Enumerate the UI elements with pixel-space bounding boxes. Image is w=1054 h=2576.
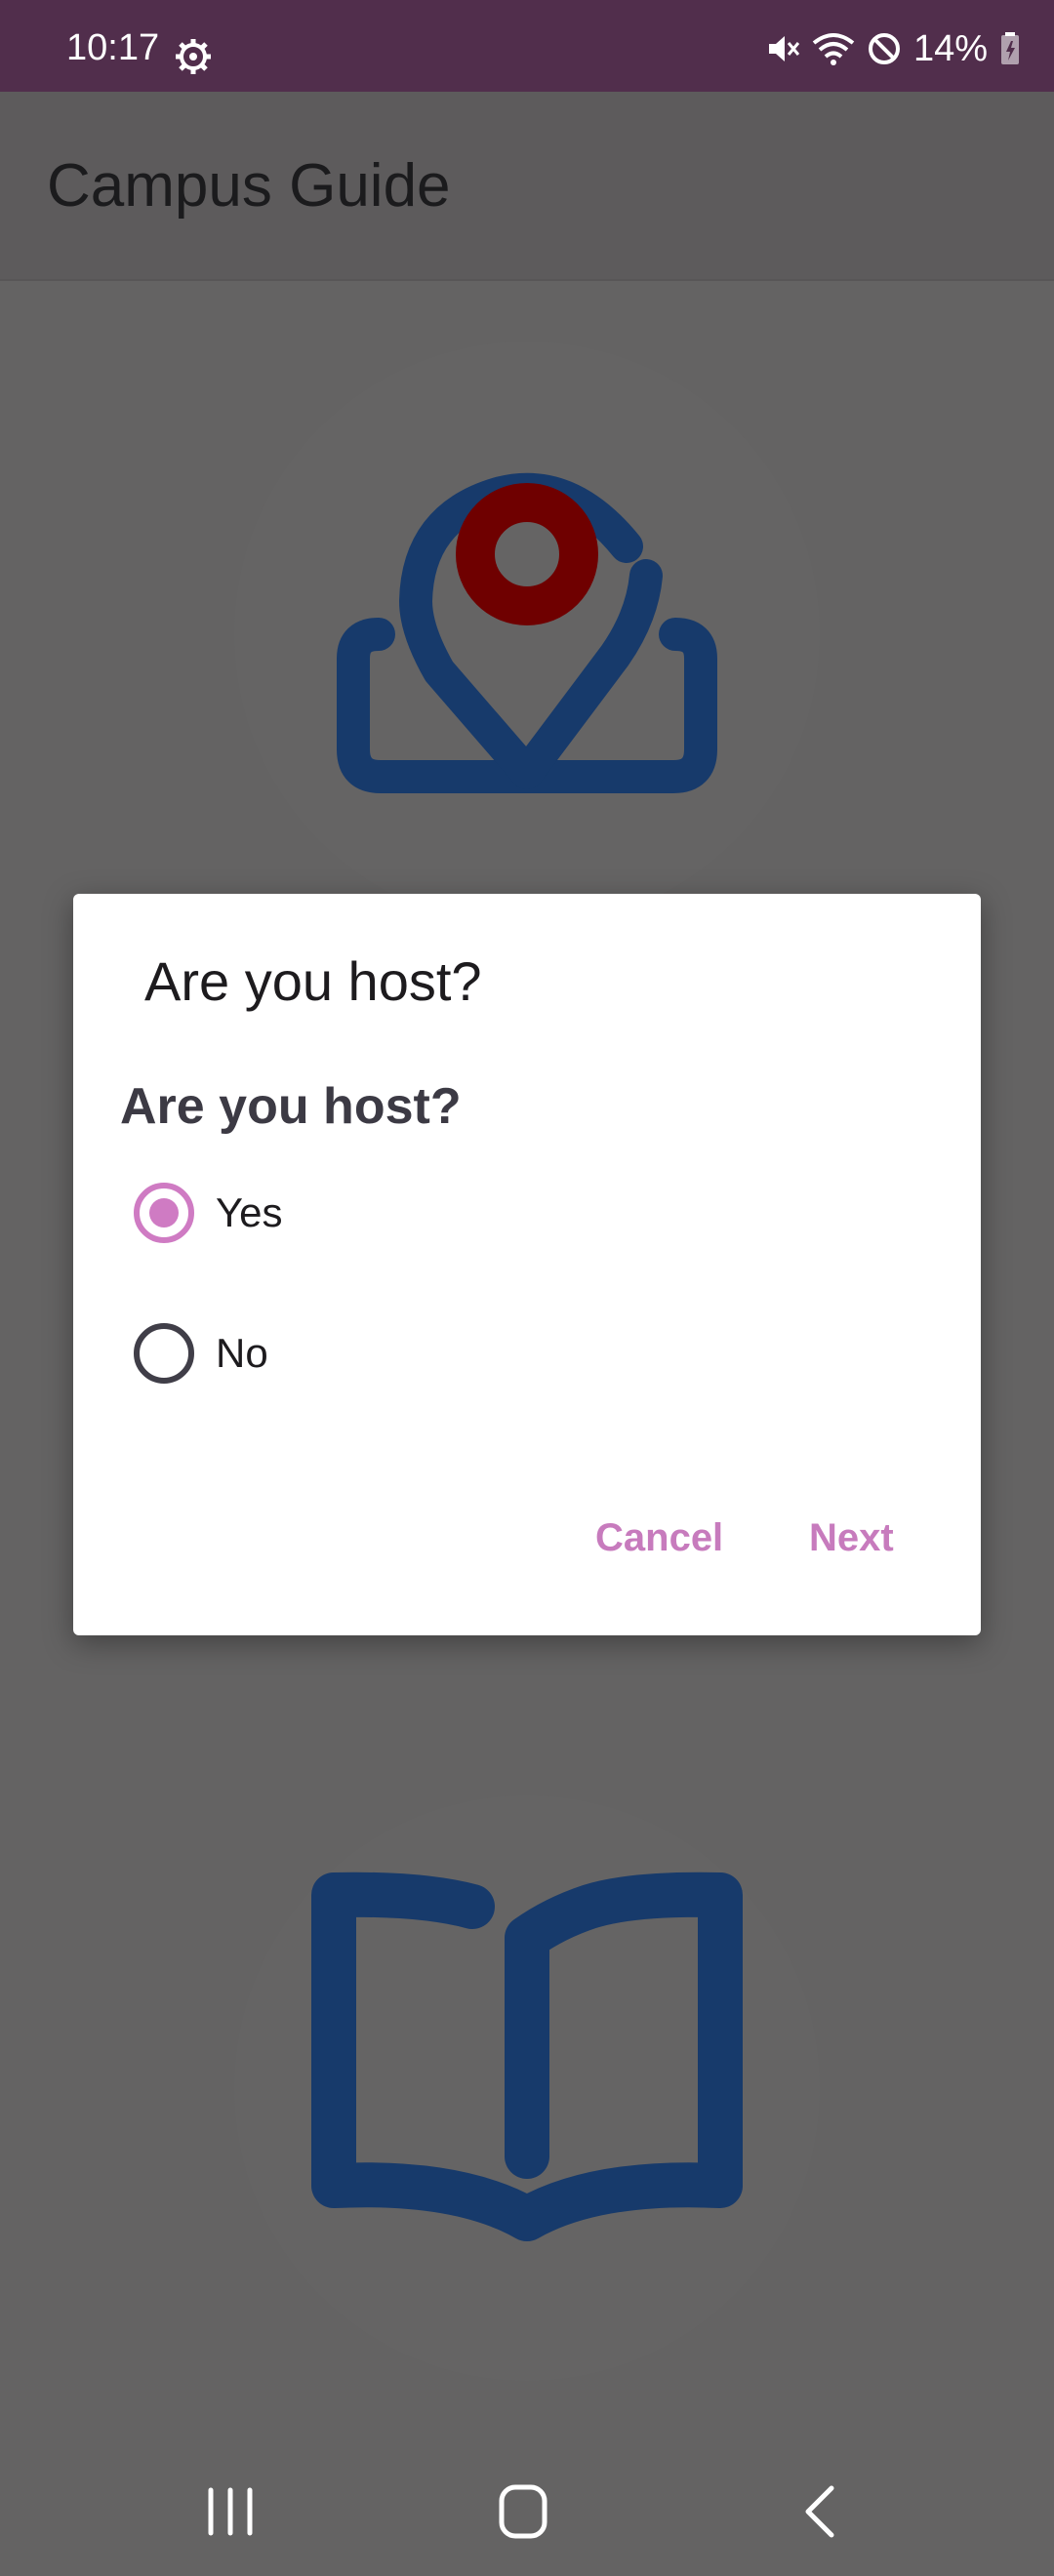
radio-option-no[interactable]: No [134,1309,719,1397]
next-button[interactable]: Next [809,1518,894,1557]
map-pin-icon[interactable] [293,400,761,868]
radio-label-no: No [216,1330,268,1376]
battery-percent: 14% [912,28,988,69]
radio-label-yes: Yes [216,1189,283,1235]
navigation-bar [0,2447,1054,2576]
app-bar: Campus Guide [0,92,1054,281]
back-icon[interactable] [781,2482,859,2541]
cancel-button[interactable]: Cancel [595,1518,723,1557]
home-icon[interactable] [484,2482,562,2541]
status-icons: 14% [765,27,1021,70]
radio-button-yes[interactable] [134,1183,194,1243]
mute-icon [768,36,800,61]
recent-apps-icon[interactable] [191,2482,269,2541]
status-bar: 10:17 14% [0,0,1054,92]
status-time: 10:17 [66,27,160,68]
battery-charging-icon [1001,32,1019,64]
radio-button-no[interactable] [134,1323,194,1384]
do-not-disturb-icon [868,33,900,64]
settings-gear-icon [176,39,211,74]
open-book-icon[interactable] [293,1854,761,2322]
wifi-icon [812,33,855,65]
dialog-title: Are you host? [144,950,482,1012]
host-dialog: Are you host? Are you host? Yes No Cance… [73,894,981,1635]
radio-option-yes[interactable]: Yes [134,1169,719,1257]
dialog-question: Are you host? [120,1078,462,1135]
app-title: Campus Guide [47,152,451,220]
